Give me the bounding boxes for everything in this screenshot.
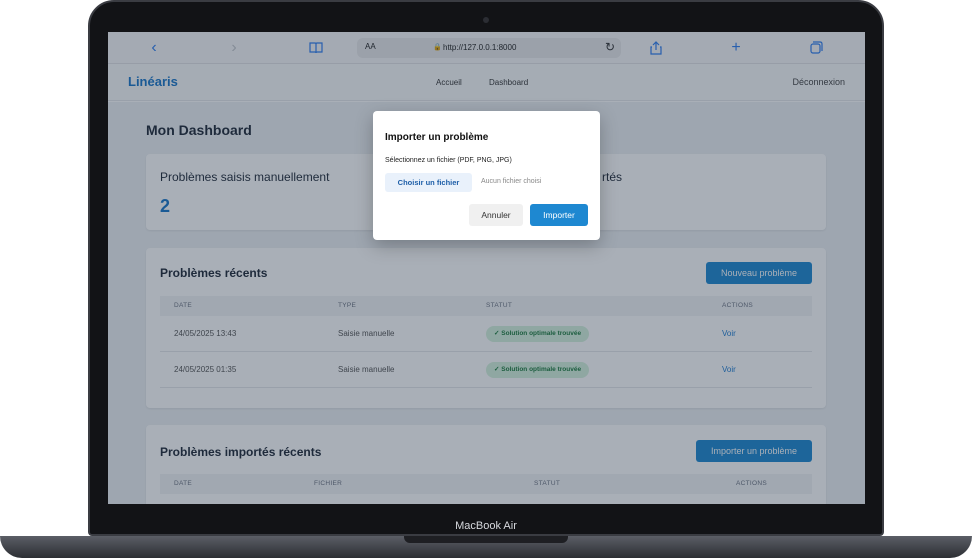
modal-title: Importer un problème (385, 132, 489, 143)
device-label: MacBook Air (455, 520, 517, 532)
screen: ‹ › AA 🔒 http://127.0.0.1:8000 ↻ + Linéa… (108, 32, 865, 504)
import-button[interactable]: Importer (530, 204, 588, 226)
camera-icon (483, 17, 489, 23)
laptop-notch (404, 536, 568, 543)
choose-file-button[interactable]: Choisir un fichier (385, 173, 472, 192)
file-status-text: Aucun fichier choisi (481, 178, 542, 185)
modal-backdrop[interactable] (108, 32, 865, 504)
import-modal: Importer un problème Sélectionnez un fic… (373, 111, 600, 240)
cancel-button[interactable]: Annuler (469, 204, 523, 226)
file-input-label: Sélectionnez un fichier (PDF, PNG, JPG) (385, 157, 512, 164)
